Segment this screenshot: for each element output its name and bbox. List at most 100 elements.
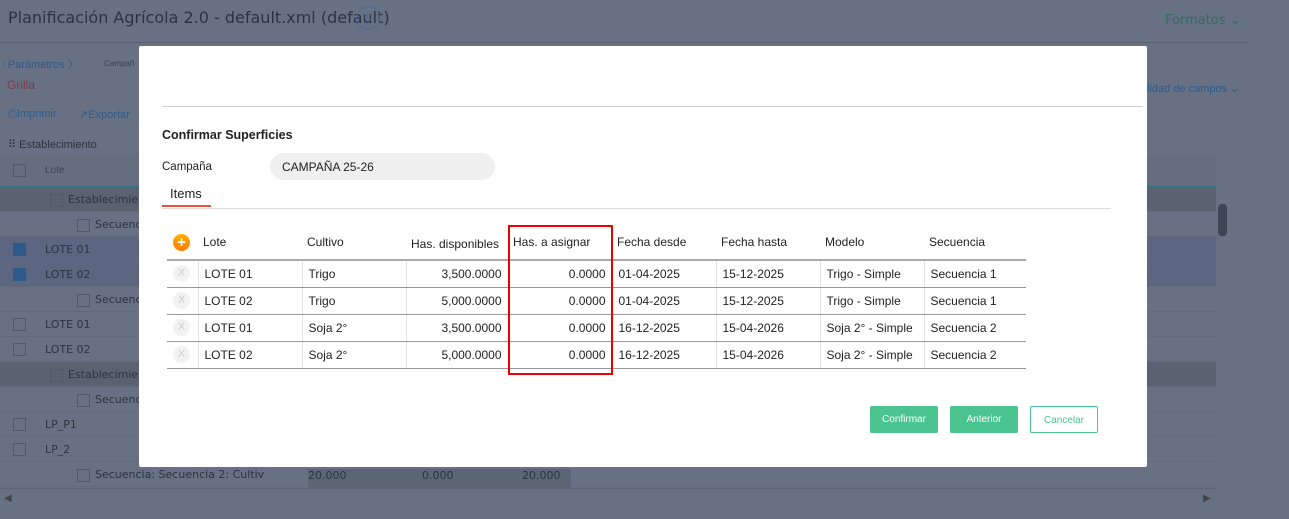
printer-icon: ⎙ [8, 108, 17, 120]
row-label: Secuenc [95, 393, 142, 406]
row-label: Secuenc [95, 218, 142, 231]
cell-fecha-desde[interactable]: 01-04-2025 [611, 260, 716, 288]
cell-lote[interactable]: LOTE 02 [197, 287, 302, 315]
header-divider [0, 42, 1248, 43]
visibility-label: lidad de campos [1147, 83, 1228, 95]
row-label: Secuenc [95, 293, 142, 306]
scroll-thumb[interactable] [1218, 204, 1227, 236]
group-label: Establecimiento [19, 139, 97, 151]
campana-input[interactable] [270, 153, 495, 180]
delete-row-icon[interactable]: X [173, 346, 190, 363]
breadcrumb-campana[interactable]: Campañ [104, 59, 134, 68]
cell-lote[interactable]: LOTE 01 [197, 260, 302, 288]
row-checkbox[interactable] [13, 443, 26, 456]
cell-modelo[interactable]: Trigo - Simple [819, 260, 924, 288]
dialog-title: Confirmar Superficies [162, 128, 293, 142]
cell-modelo[interactable]: Trigo - Simple [819, 287, 924, 315]
print-button[interactable]: ⎙Imprimir [8, 108, 57, 121]
row-checkbox[interactable] [13, 343, 26, 356]
row-label: LP_2 [45, 443, 71, 456]
group-checkbox[interactable] [77, 468, 90, 482]
cell-lote[interactable]: LOTE 01 [197, 314, 302, 342]
value: 20.000 [522, 469, 561, 482]
highlight-has-asignar-column [508, 225, 613, 375]
value: 0.000 [422, 469, 454, 482]
cell-has-disponibles[interactable]: 5,000.0000 [405, 287, 508, 315]
cell-cultivo[interactable]: Soja 2° [301, 341, 406, 369]
group-checkbox[interactable] [77, 293, 90, 307]
row-checkbox[interactable] [13, 268, 26, 281]
cell-fecha-desde[interactable]: 01-04-2025 [611, 287, 716, 315]
cell-fecha-desde[interactable]: 16-12-2025 [611, 314, 716, 342]
column-header: Secuencia [924, 225, 1026, 261]
summary-values: 20.000 0.000 20.000 [308, 469, 571, 488]
column-header: Cultivo [302, 225, 406, 261]
cell-fecha-hasta[interactable]: 15-12-2025 [715, 287, 820, 315]
cell-has-disponibles[interactable]: 3,500.0000 [405, 260, 508, 288]
column-header: Lote [198, 225, 302, 261]
cell-cultivo[interactable]: Soja 2° [301, 314, 406, 342]
cell-has-disponibles[interactable]: 3,500.0000 [405, 314, 508, 342]
print-label: Imprimir [16, 108, 57, 120]
grid-icon: ⠿ [8, 139, 17, 151]
row-label: LP_P1 [45, 418, 77, 431]
cell-secuencia[interactable]: Secuencia 1 [923, 260, 1026, 288]
tab-divider [162, 208, 1111, 209]
visibility-fields-menu[interactable]: lidad de campos ⌄ [1147, 82, 1239, 95]
group-checkbox[interactable] [50, 193, 63, 207]
horizontal-scrollbar[interactable]: ◀ ▶ [0, 488, 1216, 510]
cancel-button[interactable]: Cancelar [1030, 406, 1098, 433]
export-icon: ↗ [79, 109, 89, 121]
tab-items[interactable]: Items [170, 186, 202, 201]
row-checkbox[interactable] [13, 418, 26, 431]
cell-modelo[interactable]: Soja 2° - Simple [819, 314, 924, 342]
column-header: Fecha desde [612, 225, 716, 261]
delete-row-icon[interactable]: X [173, 292, 190, 309]
cell-fecha-hasta[interactable]: 15-04-2026 [715, 341, 820, 369]
cell-secuencia[interactable]: Secuencia 2 [923, 341, 1026, 369]
app-title: Planificación Agrícola 2.0 - default.xml… [8, 8, 390, 27]
cell-cultivo[interactable]: Trigo [301, 260, 406, 288]
scroll-right-icon: ▶ [1203, 493, 1211, 504]
cell-fecha-hasta[interactable]: 15-04-2026 [715, 314, 820, 342]
dialog-divider [162, 106, 1143, 107]
previous-button[interactable]: Anterior [950, 406, 1018, 433]
vertical-scrollbar[interactable] [1216, 187, 1229, 507]
column-header: Has. disponibles [406, 225, 508, 261]
export-label: Exportar [88, 109, 130, 121]
select-all-checkbox[interactable] [13, 164, 26, 177]
delete-row-icon[interactable]: X [173, 265, 190, 283]
delete-row-icon[interactable]: X [173, 319, 190, 336]
cell-fecha-hasta[interactable]: 15-12-2025 [715, 260, 820, 288]
formatos-label: Formatos [1165, 13, 1226, 28]
group-checkbox[interactable] [77, 218, 90, 232]
row-label: Establecimier [68, 368, 143, 381]
group-checkbox[interactable] [50, 368, 63, 382]
row-label: LOTE 02 [45, 343, 91, 356]
confirm-surfaces-dialog: Confirmar Superficies Campaña Items + Lo… [139, 46, 1147, 467]
sliders-icon: ⫶ [2, 59, 5, 71]
cell-has-disponibles[interactable]: 5,000.0000 [405, 341, 508, 369]
row-label: LOTE 01 [45, 243, 91, 256]
cell-lote[interactable]: LOTE 02 [197, 341, 302, 369]
confirm-button[interactable]: Confirmar [870, 406, 938, 433]
row-label: Establecimier [68, 193, 143, 206]
campana-label: Campaña [162, 161, 212, 173]
formatos-menu[interactable]: Formatos ⌄ [1165, 13, 1241, 28]
group-establecimiento[interactable]: ⠿ Establecimiento [8, 138, 97, 151]
refresh-icon[interactable]: ↻ [356, 6, 380, 30]
add-row-icon[interactable]: + [173, 233, 190, 251]
cell-secuencia[interactable]: Secuencia 2 [923, 314, 1026, 342]
export-button[interactable]: ↗Exportar [79, 108, 130, 121]
cell-cultivo[interactable]: Trigo [301, 287, 406, 315]
cell-modelo[interactable]: Soja 2° - Simple [819, 341, 924, 369]
chevron-down-icon: ⌄ [1229, 13, 1241, 28]
cell-secuencia[interactable]: Secuencia 1 [923, 287, 1026, 315]
row-checkbox[interactable] [13, 318, 26, 331]
group-checkbox[interactable] [77, 393, 90, 407]
column-header: Modelo [820, 225, 924, 261]
parametros-link[interactable]: ⫶ Parámetros 〉 [2, 56, 79, 72]
cell-fecha-desde[interactable]: 16-12-2025 [611, 341, 716, 369]
row-checkbox[interactable] [13, 243, 26, 256]
row-label: Secuencia: Secuencia 2: Cultiv [95, 468, 265, 481]
